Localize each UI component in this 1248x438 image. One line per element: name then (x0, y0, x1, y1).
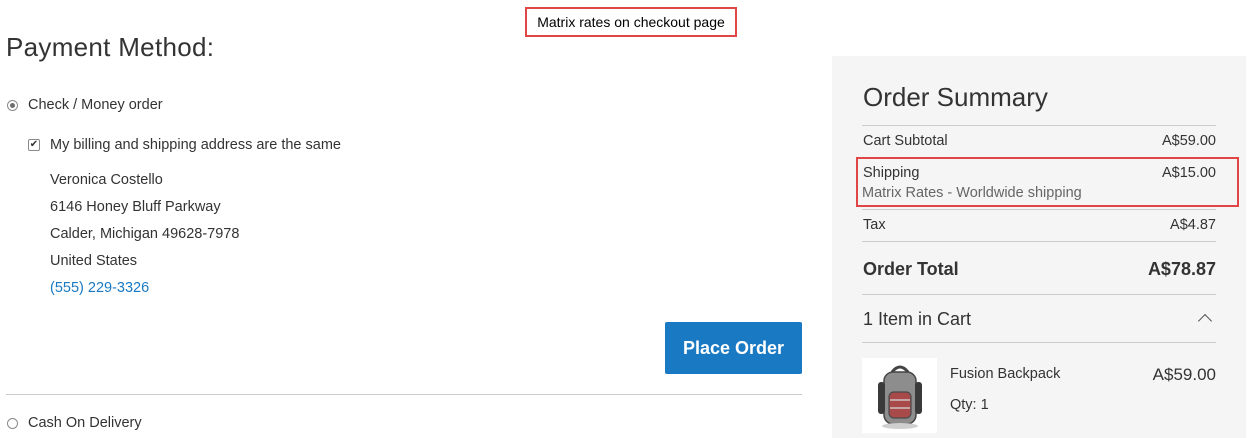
checkbox-checked-icon[interactable]: ✔ (28, 139, 40, 151)
radio-unselected-icon[interactable] (7, 417, 18, 429)
payment-option-label[interactable]: Cash On Delivery (28, 415, 142, 431)
place-order-button[interactable]: Place Order (665, 322, 802, 374)
radio-selected-icon[interactable] (7, 99, 18, 111)
order-summary-title: Order Summary (863, 82, 1048, 112)
divider (862, 125, 1216, 126)
payment-option-cash-on-delivery[interactable]: Cash On Delivery (7, 415, 142, 431)
cart-subtotal-value: A$59.00 (1161, 133, 1216, 149)
payment-option-label[interactable]: Check / Money order (28, 97, 163, 113)
product-name[interactable]: Fusion Backpack (950, 366, 1060, 382)
billing-address: Veronica Costello 6146 Honey Bluff Parkw… (50, 170, 239, 305)
chevron-up-icon[interactable] (1197, 313, 1213, 329)
product-price: A$59.00 (1152, 365, 1216, 384)
cart-subtotal-label: Cart Subtotal (863, 133, 948, 149)
items-in-cart-toggle[interactable]: 1 Item in Cart (863, 309, 1216, 330)
divider (862, 342, 1216, 343)
cart-subtotal-row: Cart Subtotal A$59.00 (863, 133, 1216, 149)
divider (862, 241, 1216, 242)
backpack-image (877, 365, 922, 429)
tax-value: A$4.87 (1170, 217, 1216, 233)
address-name: Veronica Costello (50, 172, 163, 188)
annotation-caption: Matrix rates on checkout page (525, 7, 737, 37)
address-phone-link[interactable]: (555) 229-3326 (50, 278, 239, 305)
address-country: United States (50, 253, 138, 269)
tax-row: Tax A$4.87 (863, 217, 1216, 233)
annotation-caption-text: Matrix rates on checkout page (537, 14, 725, 30)
order-total-row: Order Total A$78.87 (863, 259, 1216, 280)
payment-method-title: Payment Method: (6, 32, 215, 62)
order-total-label: Order Total (863, 259, 959, 279)
tax-label: Tax (863, 217, 886, 233)
billing-same-as-shipping[interactable]: ✔ My billing and shipping address are th… (28, 137, 341, 153)
divider (862, 294, 1216, 295)
shipping-method-name: Matrix Rates - Worldwide shipping (862, 185, 1082, 201)
address-street: 6146 Honey Bluff Parkway (50, 199, 221, 215)
divider (6, 394, 802, 395)
address-city: Calder, Michigan 49628-7978 (50, 226, 240, 242)
product-qty: Qty: 1 (950, 397, 989, 413)
billing-same-label[interactable]: My billing and shipping address are the … (50, 137, 341, 153)
payment-option-check-money-order[interactable]: Check / Money order (7, 97, 163, 113)
order-total-value: A$78.87 (1147, 259, 1216, 279)
divider (862, 209, 1216, 210)
product-thumbnail[interactable] (862, 358, 937, 433)
items-in-cart-label[interactable]: 1 Item in Cart (863, 309, 971, 330)
